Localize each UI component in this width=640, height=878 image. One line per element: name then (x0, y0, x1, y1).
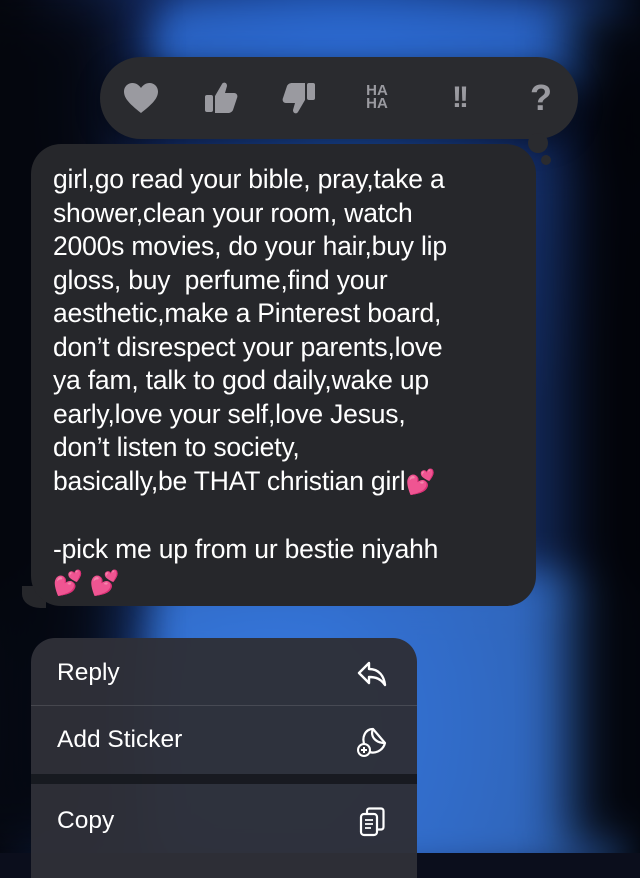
menu-item-add-sticker[interactable]: Add Sticker (31, 707, 417, 773)
heart-icon[interactable] (114, 71, 168, 125)
message-line: early,love your self,love Jesus, (53, 398, 406, 429)
menu-group-gap (31, 774, 417, 784)
message-line: shower,clean your room, watch (53, 197, 413, 228)
menu-item-reply[interactable]: Reply (31, 640, 417, 706)
message-line: 💕 💕 (53, 566, 518, 601)
context-menu: Reply Add Sticker Copy (31, 638, 417, 878)
message-line: ya fam, talk to god daily,wake up (53, 365, 429, 395)
message-bubble[interactable]: girl,go read your bible, pray,take a sho… (31, 144, 536, 606)
message-line: girl,go read your bible, pray,take a (53, 164, 445, 194)
menu-item-label: Copy (57, 807, 115, 834)
message-line: don’t disrespect your parents,love (53, 331, 443, 362)
thumbs-down-icon[interactable] (272, 71, 326, 125)
message-line: aesthetic,make a Pinterest board, (53, 298, 442, 328)
sticker-icon (357, 727, 387, 757)
question-icon[interactable]: ? (514, 71, 568, 125)
two-hearts-emoji: 💕 (53, 570, 83, 597)
message-line: basically,be THAT christian girl💕 (53, 465, 436, 496)
message-line: gloss, buy perfume,find your (53, 264, 388, 295)
copy-icon (359, 807, 385, 837)
exclamation-icon[interactable]: !! (432, 71, 486, 125)
menu-item-label: Add Sticker (57, 726, 183, 753)
message-line: 2000s movies, do your hair,buy lip (53, 231, 447, 261)
menu-item-label: Reply (57, 659, 120, 686)
two-hearts-emoji: 💕 (405, 468, 436, 496)
two-hearts-emoji: 💕 (89, 570, 120, 597)
message-line: don’t listen to society, (53, 432, 300, 462)
menu-item-copy[interactable]: Copy (31, 788, 417, 854)
tapback-bar: HA HA !! ? (100, 57, 578, 139)
haha-icon[interactable]: HA HA (350, 71, 404, 125)
reply-icon (357, 661, 387, 687)
menu-separator (31, 705, 417, 706)
message-signature: -pick me up from ur bestie niyahh (53, 533, 439, 564)
thumbs-up-icon[interactable] (194, 71, 248, 125)
